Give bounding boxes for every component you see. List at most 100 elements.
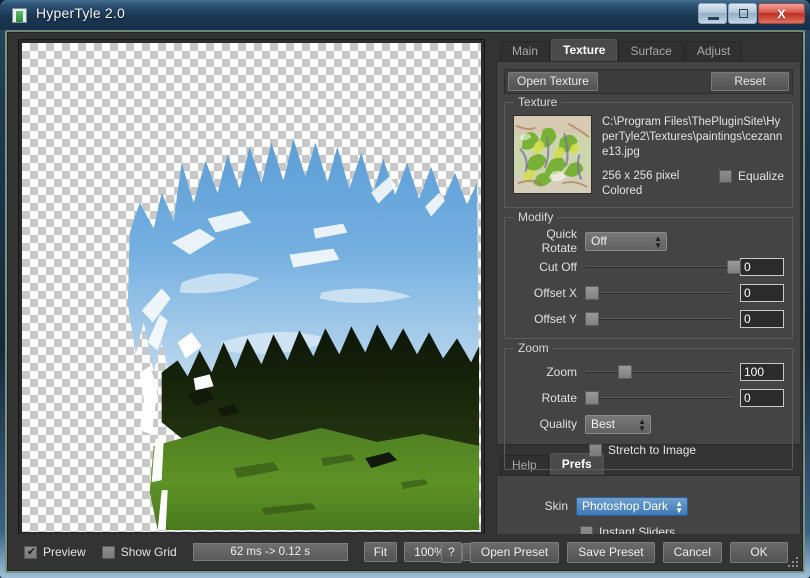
preview-label: Preview [43, 545, 86, 559]
texture-group-label: Texture [514, 95, 562, 109]
checkbox-box [589, 443, 602, 457]
zoom-value[interactable]: 100 [740, 363, 784, 381]
chevron-updown-icon: ▲ ▼ [675, 498, 683, 515]
zoom-row: Zoom 100 [513, 361, 784, 383]
zoom-group-label: Zoom [514, 341, 553, 355]
skin-select[interactable]: Photoshop Dark ▲ ▼ [576, 496, 688, 516]
offsetx-row: Offset X 0 [513, 282, 784, 304]
equalize-label: Equalize [737, 169, 784, 183]
offsetx-slider[interactable] [585, 284, 733, 302]
slider-handle[interactable] [727, 260, 742, 274]
stretch-row: Stretch to Image [513, 439, 784, 461]
slider-track [585, 371, 733, 373]
quick-rotate-row: Quick Rotate Off ▲ ▼ [513, 227, 784, 255]
texture-tab-panel: Open Texture Reset Texture C:\Program Fi… [496, 61, 801, 470]
cutoff-label: Cut Off [539, 260, 577, 274]
slider-track [585, 397, 733, 399]
zoom-slider[interactable] [585, 363, 733, 381]
texture-dimensions: 256 x 256 pixel [602, 170, 680, 182]
tab-surface[interactable]: Surface [618, 41, 684, 61]
cutoff-slider[interactable] [585, 258, 742, 276]
modify-group-label: Modify [514, 210, 558, 224]
offsety-label: Offset Y [534, 312, 577, 326]
main-tab-strip: Main Texture Surface Adjust [496, 39, 801, 61]
preview-checkbox[interactable]: Preview [24, 545, 86, 559]
plugin-dialog: Main Texture Surface Adjust Open Texture… [5, 30, 805, 573]
tab-texture[interactable]: Texture [551, 39, 618, 61]
rotate-slider[interactable] [585, 389, 733, 407]
texture-path: C:\Program Files\ThePluginSite\HyperTyle… [602, 116, 783, 158]
slider-handle[interactable] [617, 365, 632, 379]
skin-row: Skin Photoshop Dark ▲ ▼ [504, 495, 793, 517]
quality-label: Quality [539, 417, 577, 431]
slider-handle[interactable] [585, 286, 599, 300]
fit-button[interactable]: Fit [363, 542, 398, 562]
checkbox-box [101, 545, 115, 559]
window-title: HyperTyle 2.0 [36, 5, 125, 21]
stretch-to-image-checkbox[interactable]: Stretch to Image [589, 443, 696, 457]
slider-track [585, 318, 733, 320]
preview-canvas[interactable] [22, 43, 481, 532]
resize-grip-icon[interactable] [786, 555, 798, 567]
application-window: HyperTyle 2.0 X Main Texture Surface Adj… [0, 0, 810, 578]
quick-rotate-value: Off [591, 233, 607, 248]
zoom-group: Zoom Zoom 100 Rotate 0 Quality Best ▲ ▼ … [504, 341, 793, 470]
texture-color-mode: Colored [602, 185, 643, 197]
ok-button[interactable]: OK [730, 541, 788, 563]
texture-group: Texture C:\Program Files\ThePluginSite\H… [504, 95, 793, 208]
close-button[interactable]: X [758, 3, 805, 24]
stretch-to-image-label: Stretch to Image [608, 443, 697, 457]
checkbox-box [718, 169, 732, 183]
offsety-row: Offset Y 0 [513, 308, 784, 330]
quick-rotate-select[interactable]: Off ▲ ▼ [585, 231, 667, 251]
save-preset-button[interactable]: Save Preset [567, 541, 655, 563]
skin-label: Skin [544, 499, 568, 513]
skin-value: Photoshop Dark [582, 498, 669, 513]
chevron-updown-icon: ▲ ▼ [638, 416, 646, 433]
title-bar[interactable]: HyperTyle 2.0 X [0, 0, 810, 30]
tab-main[interactable]: Main [500, 41, 551, 61]
window-controls: X [698, 3, 805, 25]
help-button[interactable]: ? [440, 541, 462, 563]
app-icon [12, 8, 27, 23]
rotate-row: Rotate 0 [513, 387, 784, 409]
equalize-checkbox[interactable]: Equalize [718, 169, 784, 183]
reset-button[interactable]: Reset [711, 72, 789, 91]
slider-track [585, 292, 733, 294]
slider-track [585, 266, 733, 268]
maximize-button[interactable] [728, 3, 757, 24]
texture-toolbar: Open Texture Reset [504, 69, 793, 94]
cutoff-row: Cut Off 0 [513, 256, 784, 278]
open-texture-button[interactable]: Open Texture [508, 72, 598, 91]
rotate-value[interactable]: 0 [740, 389, 784, 407]
quality-select[interactable]: Best ▲ ▼ [585, 414, 651, 434]
offsetx-label: Offset X [533, 286, 577, 300]
bottom-bar: Preview Show Grid 62 ms -> 0.12 s Fit 10… [8, 534, 802, 570]
texture-thumbnail[interactable] [513, 115, 592, 194]
chevron-updown-icon: ▲ ▼ [654, 233, 662, 250]
preview-pane[interactable] [18, 39, 485, 536]
quality-row: Quality Best ▲ ▼ [513, 413, 784, 435]
show-grid-label: Show Grid [120, 545, 177, 559]
offsetx-value[interactable]: 0 [740, 284, 784, 302]
render-timing: 62 ms -> 0.12 s [192, 543, 348, 561]
rotate-label: Rotate [541, 391, 577, 405]
cancel-button[interactable]: Cancel [662, 541, 722, 563]
modify-group: Modify Quick Rotate Off ▲ ▼ Cut Off 0 Of… [504, 210, 793, 339]
offsety-slider[interactable] [585, 310, 733, 328]
close-icon: X [777, 6, 786, 21]
slider-handle[interactable] [585, 391, 599, 405]
tab-adjust[interactable]: Adjust [684, 41, 743, 61]
settings-panel: Main Texture Surface Adjust Open Texture… [496, 39, 801, 560]
checkbox-box [24, 545, 38, 559]
preview-image [22, 43, 481, 532]
quick-rotate-label: Quick Rotate [541, 227, 577, 255]
cutoff-value[interactable]: 0 [740, 258, 784, 276]
minimize-button[interactable] [698, 3, 727, 24]
quality-value: Best [591, 416, 616, 431]
open-preset-button[interactable]: Open Preset [469, 541, 560, 563]
slider-handle[interactable] [585, 312, 599, 326]
show-grid-checkbox[interactable]: Show Grid [101, 545, 177, 559]
offsety-value[interactable]: 0 [740, 310, 784, 328]
zoom-label: Zoom [546, 365, 577, 379]
